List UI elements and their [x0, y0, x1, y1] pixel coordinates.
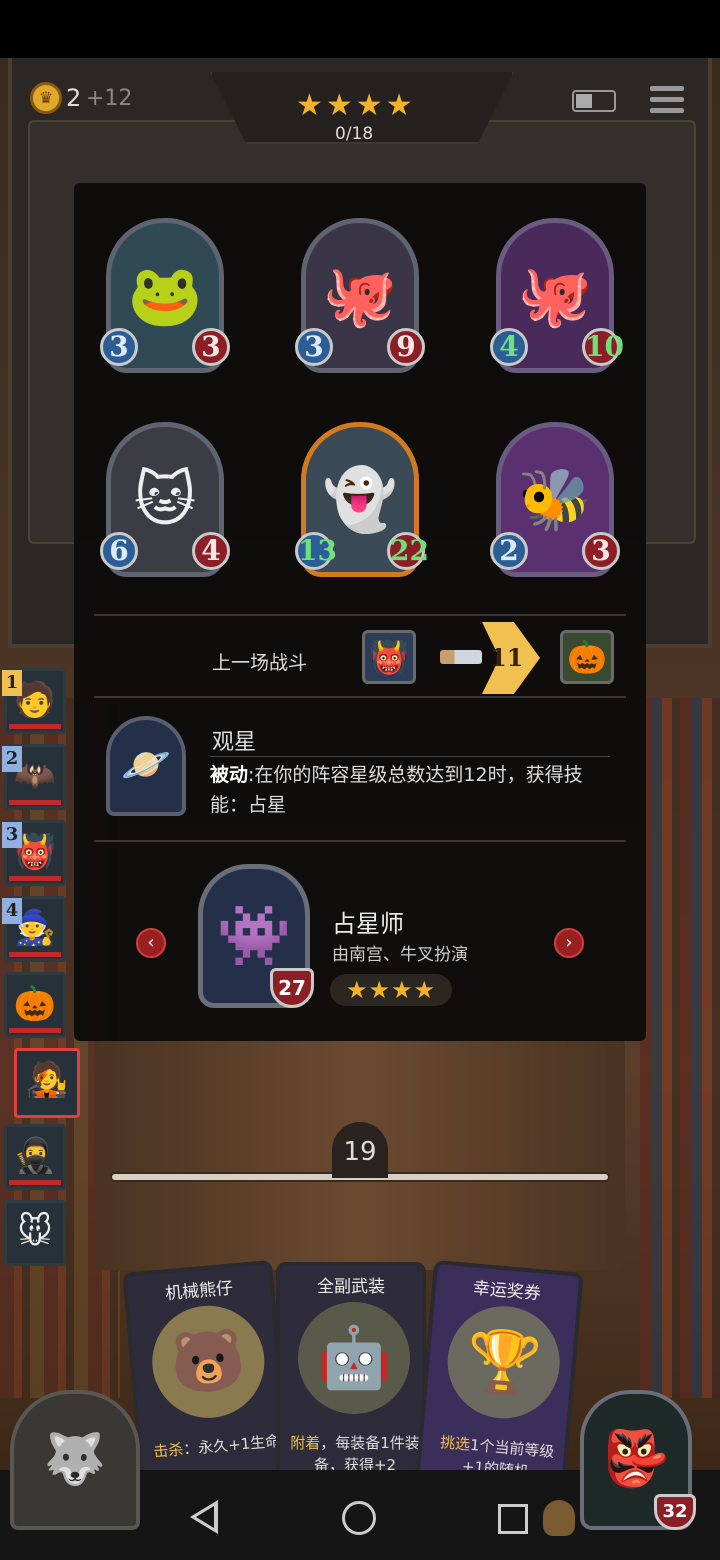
divider — [94, 614, 626, 616]
wolf-door-icon[interactable]: 🐺 — [10, 1390, 140, 1530]
star-progress-count: 0/18 — [335, 124, 374, 144]
health-stat: 4 — [192, 532, 230, 570]
home-button[interactable] — [342, 1501, 376, 1535]
health-stat: 3 — [192, 328, 230, 366]
attack-stat: 6 — [100, 532, 138, 570]
attack-stat: 13 — [295, 532, 337, 570]
shop-card[interactable]: 幸运奖券 🏆 挑选1个当前等级+1的随机 — [414, 1259, 584, 1503]
attack-stat: 3 — [100, 328, 138, 366]
trophy-ticket-icon: 🏆 — [442, 1301, 565, 1424]
opponent-hero-icon: 🎃 — [560, 630, 614, 684]
unit-card[interactable]: 🐱 6 4 — [100, 422, 230, 582]
ability-text: :在你的阵容星级总数达到12时，获得技能：占星 — [210, 764, 583, 816]
bookshelf-right — [640, 698, 720, 1398]
gold-count: 2 — [66, 84, 82, 112]
roster-player[interactable]: 🎃 — [4, 972, 66, 1038]
card-title: 全副武装 — [317, 1277, 385, 1297]
ability-keyword: 被动 — [210, 764, 249, 786]
armored-robot-icon: 🤖 — [298, 1302, 410, 1414]
unit-card[interactable]: 🐝 2 3 — [490, 422, 620, 582]
rank-badge: 3 — [2, 822, 22, 848]
hero-name: 占星师 — [332, 910, 404, 938]
health-stat: 9 — [387, 328, 425, 366]
divider — [94, 840, 626, 842]
gold-coin-icon: ♛ — [30, 82, 62, 114]
unit-card[interactable]: 👻 13 22 — [295, 422, 429, 582]
ability-title: 观星 — [212, 730, 257, 755]
shop-card[interactable]: 机械熊仔 🐻 击杀：永久+1生命 — [122, 1259, 292, 1503]
card-title: 机械熊仔 — [164, 1278, 234, 1305]
stargazing-ability-icon: 🪐 — [106, 716, 186, 816]
shop-card[interactable]: 全副武装 🤖 附着，每装备1件装备，获得+2 — [276, 1262, 426, 1492]
back-icon-inner — [196, 1506, 214, 1528]
roster-player-eliminated[interactable]: 🐭 — [4, 1200, 66, 1266]
rank-badge: 4 — [2, 898, 22, 924]
hero-stars: ★★★★ — [330, 974, 452, 1006]
unit-card[interactable]: 🐙 4 10 — [490, 218, 624, 378]
roster-player[interactable]: 🥷 — [4, 1124, 66, 1190]
sword-icon — [440, 650, 482, 664]
unit-card[interactable]: 🐸 3 3 — [100, 218, 230, 378]
menu-icon[interactable] — [650, 86, 684, 116]
next-hero-button[interactable]: › — [554, 928, 584, 958]
rank-badge: 2 — [2, 746, 22, 772]
battery-icon — [572, 90, 616, 112]
recent-apps-button[interactable] — [498, 1504, 528, 1534]
damage-value: 11 — [490, 643, 524, 672]
level-stars: ★★★★ — [296, 88, 416, 123]
divider — [94, 696, 626, 698]
unit-card[interactable]: 🐙 3 9 — [295, 218, 425, 378]
gold-income: +12 — [86, 86, 133, 111]
attack-stat: 3 — [295, 328, 333, 366]
rank-badge: 1 — [2, 670, 22, 696]
ability-underline — [210, 756, 610, 757]
acorn-icon[interactable] — [543, 1500, 575, 1536]
attack-stat: 2 — [490, 532, 528, 570]
last-battle-label: 上一场战斗 — [212, 652, 308, 674]
health-stat: 22 — [387, 532, 429, 570]
ability-description: 被动:在你的阵容星级总数达到12时，获得技能：占星 — [210, 760, 610, 820]
health-stat: 10 — [582, 328, 624, 366]
attack-stat: 4 — [490, 328, 528, 366]
health-stat: 3 — [582, 532, 620, 570]
prev-hero-button[interactable]: ‹ — [136, 928, 166, 958]
card-text: 击杀：永久+1生命 — [152, 1431, 281, 1461]
round-counter: 19 — [332, 1122, 388, 1178]
hero-cast: 由南宫、牛叉扮演 — [332, 945, 468, 965]
blue-ogre-icon: 👹 — [362, 630, 416, 684]
roster-player-selected[interactable]: 🧑‍🎤 — [14, 1048, 80, 1118]
mech-bear-icon: 🐻 — [147, 1301, 270, 1423]
card-title: 幸运奖券 — [472, 1278, 542, 1305]
